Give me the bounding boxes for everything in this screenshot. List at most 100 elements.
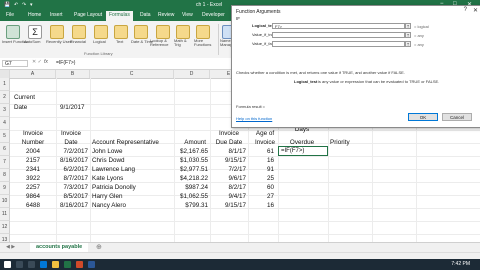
table-row[interactable]: 8/5/2017 xyxy=(54,193,88,200)
autosum-label[interactable]: AutoSum xyxy=(24,39,40,44)
table-row[interactable]: 8/7/2017 xyxy=(54,175,88,182)
table-row[interactable]: 8/16/2017 xyxy=(54,202,88,209)
undo-icon[interactable]: ↶ xyxy=(14,2,18,8)
table-row[interactable]: Nancy Alero xyxy=(92,202,126,209)
row-header[interactable]: 8 xyxy=(0,169,10,182)
value-if-true-input[interactable] xyxy=(272,32,405,38)
table-row[interactable]: 25 xyxy=(248,175,274,182)
table-row[interactable]: 9864 xyxy=(10,193,40,200)
table-row[interactable]: 7/2/2017 xyxy=(54,148,88,155)
name-box[interactable]: G7 xyxy=(2,60,28,67)
sheet-scroll-icon[interactable]: ◀ ▶ xyxy=(6,244,15,250)
table-row[interactable]: 2004 xyxy=(10,148,40,155)
task-view-icon[interactable] xyxy=(28,261,35,268)
collapse-dialog-icon[interactable]: ⇡ xyxy=(405,41,411,47)
active-cell[interactable]: =IF(F7>) xyxy=(278,146,328,156)
edge-icon[interactable] xyxy=(40,261,47,268)
start-icon[interactable] xyxy=(4,261,11,268)
column-header-c[interactable]: C xyxy=(90,70,174,78)
table-row[interactable]: $2,977.51 xyxy=(172,166,208,173)
more-functions-icon[interactable] xyxy=(196,25,210,39)
table-row[interactable]: 3922 xyxy=(10,175,40,182)
table-row[interactable]: John Lowe xyxy=(92,148,122,155)
column-header-d[interactable]: D xyxy=(174,70,210,78)
row-header[interactable]: 9 xyxy=(0,182,10,195)
table-row[interactable]: Harry Glen xyxy=(92,193,122,200)
table-row[interactable]: Kate Lyons xyxy=(92,175,123,182)
search-icon[interactable] xyxy=(16,261,23,268)
table-row[interactable]: 2341 xyxy=(10,166,40,173)
formula-input[interactable]: =IF(F7>) xyxy=(56,60,75,66)
help-link[interactable]: Help on this function xyxy=(236,116,272,121)
powerpoint-icon[interactable] xyxy=(76,261,83,268)
cancel-button[interactable]: Cancel xyxy=(442,113,472,121)
tab-review[interactable]: Review xyxy=(158,12,174,18)
tab-page-layout[interactable]: Page Layout xyxy=(74,12,102,18)
value-if-false-input[interactable] xyxy=(272,41,405,47)
dialog-close-icon[interactable]: ✕ xyxy=(473,7,478,14)
table-row[interactable]: 7/2/17 xyxy=(210,166,246,173)
table-row[interactable]: Lawrence Lang xyxy=(92,166,135,173)
insert-function-icon[interactable] xyxy=(6,25,20,39)
recently-used-icon[interactable] xyxy=(50,25,64,39)
text-icon[interactable] xyxy=(114,25,128,39)
table-row[interactable]: 8/1/17 xyxy=(210,148,246,155)
formula-bar-buttons-icon[interactable]: ✕ ✓ xyxy=(32,59,42,65)
dialog-help-icon[interactable]: ? xyxy=(464,7,467,13)
table-row[interactable]: 27 xyxy=(248,193,274,200)
ok-button[interactable]: OK xyxy=(408,113,438,121)
tab-home[interactable]: Home xyxy=(28,12,41,18)
table-row[interactable]: $2,167.65 xyxy=(172,148,208,155)
table-row[interactable]: Patricia Donolly xyxy=(92,184,136,191)
table-row[interactable]: $1,062.55 xyxy=(172,193,208,200)
column-header-a[interactable]: A xyxy=(10,70,56,78)
tab-insert[interactable]: Insert xyxy=(50,12,63,18)
excel-icon[interactable] xyxy=(64,261,71,268)
table-row[interactable]: 6488 xyxy=(10,202,40,209)
row-header[interactable]: 4 xyxy=(0,117,10,130)
table-row[interactable]: 2157 xyxy=(10,157,40,164)
tab-data[interactable]: Data xyxy=(140,12,151,18)
table-row[interactable]: 60 xyxy=(248,184,274,191)
table-row[interactable]: 8/2/17 xyxy=(210,184,246,191)
table-row[interactable]: 9/6/17 xyxy=(210,175,246,182)
tab-file[interactable]: File xyxy=(6,12,14,18)
table-row[interactable]: 7/3/2017 xyxy=(54,184,88,191)
tab-formulas[interactable]: Formulas xyxy=(106,11,133,21)
row-header[interactable]: 2 xyxy=(0,91,10,104)
current-date-value[interactable]: 9/1/2017 xyxy=(60,104,85,111)
table-row[interactable]: 8/16/2017 xyxy=(54,157,88,164)
customize-qat-icon[interactable]: ▾ xyxy=(30,2,33,8)
row-header[interactable]: 3 xyxy=(0,104,10,117)
table-row[interactable]: $799.31 xyxy=(172,202,208,209)
table-row[interactable]: $4,218.22 xyxy=(172,175,208,182)
table-row[interactable]: 91 xyxy=(248,166,274,173)
row-header[interactable]: 1 xyxy=(0,78,10,91)
row-header[interactable]: 5 xyxy=(0,130,10,143)
add-sheet-icon[interactable]: ⊕ xyxy=(96,243,102,251)
collapse-dialog-icon[interactable]: ⇡ xyxy=(405,32,411,38)
row-header[interactable]: 11 xyxy=(0,208,10,221)
file-explorer-icon[interactable] xyxy=(52,261,59,268)
table-row[interactable]: 16 xyxy=(248,157,274,164)
lookup-icon[interactable] xyxy=(156,25,170,39)
row-header[interactable]: 6 xyxy=(0,143,10,156)
row-header[interactable]: 7 xyxy=(0,156,10,169)
row-header[interactable]: 12 xyxy=(0,221,10,234)
table-row[interactable]: 61 xyxy=(248,148,274,155)
collapse-dialog-icon[interactable]: ⇡ xyxy=(405,23,411,29)
table-row[interactable]: 6/2/2017 xyxy=(54,166,88,173)
table-row[interactable]: 9/15/17 xyxy=(210,157,246,164)
logical-icon[interactable] xyxy=(94,25,108,39)
word-icon[interactable] xyxy=(88,261,95,268)
table-row[interactable]: $1,030.55 xyxy=(172,157,208,164)
table-row[interactable]: 9/4/17 xyxy=(210,193,246,200)
save-icon[interactable]: 💾 xyxy=(4,2,10,8)
column-header-b[interactable]: B xyxy=(56,70,90,78)
logical-test-input[interactable]: F7> xyxy=(272,23,405,29)
redo-icon[interactable]: ↷ xyxy=(22,2,26,8)
fx-icon[interactable]: fx xyxy=(44,59,48,65)
financial-icon[interactable] xyxy=(72,25,86,39)
tab-developer[interactable]: Developer xyxy=(202,12,225,18)
row-header[interactable]: 10 xyxy=(0,195,10,208)
